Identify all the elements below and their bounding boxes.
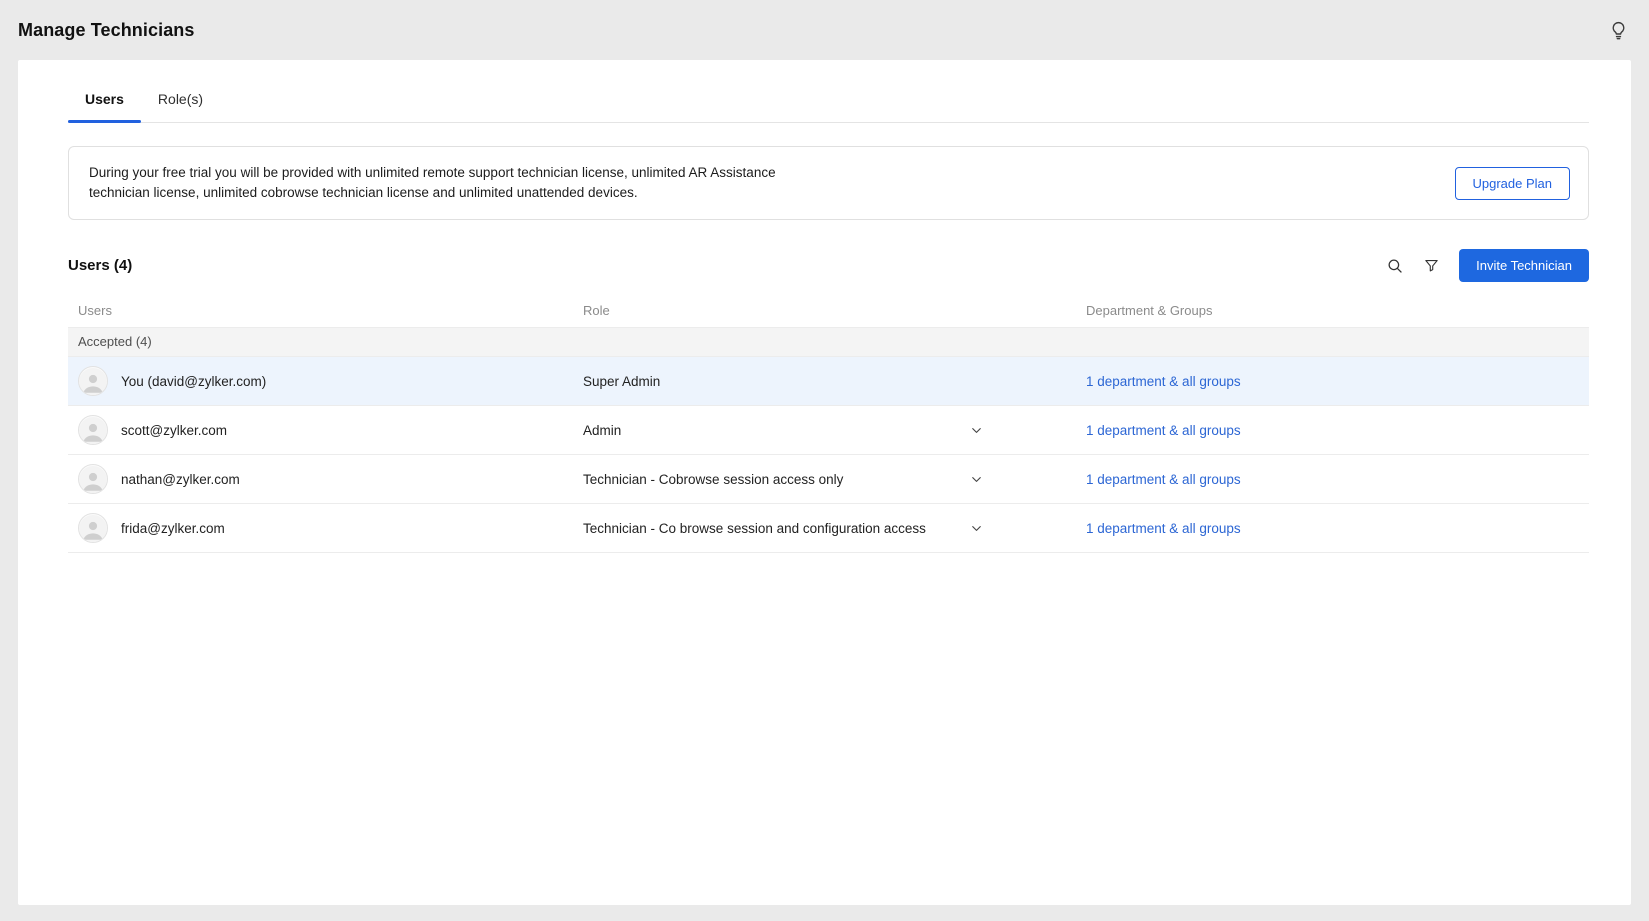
table-row[interactable]: scott@zylker.com Admin 1 department & al… — [68, 406, 1589, 455]
filter-icon[interactable] — [1423, 257, 1440, 274]
chevron-down-icon[interactable] — [969, 521, 984, 536]
trial-banner-text: During your free trial you will be provi… — [89, 163, 834, 202]
user-role: Admin — [583, 423, 621, 438]
person-icon — [79, 416, 107, 445]
tab-roles[interactable]: Role(s) — [141, 84, 220, 122]
chevron-down-icon[interactable] — [969, 472, 984, 487]
content-panel: Users Role(s) During your free trial you… — [18, 60, 1631, 905]
user-email: nathan@zylker.com — [121, 472, 240, 487]
group-header-accepted[interactable]: Accepted (4) — [68, 327, 1589, 357]
department-link[interactable]: 1 department & all groups — [1086, 472, 1241, 487]
user-role: Technician - Co browse session and confi… — [583, 521, 926, 536]
department-link[interactable]: 1 department & all groups — [1086, 423, 1241, 438]
trial-banner: During your free trial you will be provi… — [68, 146, 1589, 220]
users-table: Users Role Department & Groups Accepted … — [68, 295, 1589, 553]
tab-users[interactable]: Users — [68, 84, 141, 122]
avatar — [78, 464, 108, 494]
person-icon — [79, 367, 107, 396]
column-header-role: Role — [573, 303, 1076, 318]
avatar — [78, 513, 108, 543]
avatar — [78, 366, 108, 396]
user-role: Super Admin — [583, 374, 660, 389]
user-email: You (david@zylker.com) — [121, 374, 266, 389]
users-count-title: Users (4) — [68, 257, 132, 274]
invite-technician-button[interactable]: Invite Technician — [1459, 249, 1589, 282]
user-email: frida@zylker.com — [121, 521, 225, 536]
column-header-departments: Department & Groups — [1076, 303, 1589, 318]
lightbulb-icon[interactable] — [1608, 20, 1629, 41]
chevron-down-icon[interactable] — [969, 423, 984, 438]
department-link[interactable]: 1 department & all groups — [1086, 374, 1241, 389]
user-email: scott@zylker.com — [121, 423, 227, 438]
table-row[interactable]: You (david@zylker.com) Super Admin 1 dep… — [68, 357, 1589, 406]
app-header: Manage Technicians — [0, 0, 1649, 60]
table-row[interactable]: nathan@zylker.com Technician - Cobrowse … — [68, 455, 1589, 504]
person-icon — [79, 465, 107, 494]
table-row[interactable]: frida@zylker.com Technician - Co browse … — [68, 504, 1589, 553]
column-header-users: Users — [68, 303, 573, 318]
upgrade-plan-button[interactable]: Upgrade Plan — [1455, 167, 1571, 200]
user-role: Technician - Cobrowse session access onl… — [583, 472, 843, 487]
department-link[interactable]: 1 department & all groups — [1086, 521, 1241, 536]
users-toolbar: Users (4) Invite Technician — [68, 249, 1589, 282]
search-icon[interactable] — [1386, 257, 1404, 275]
tabs: Users Role(s) — [68, 60, 1589, 123]
table-header: Users Role Department & Groups — [68, 295, 1589, 327]
avatar — [78, 415, 108, 445]
page-title: Manage Technicians — [18, 20, 195, 41]
person-icon — [79, 514, 107, 543]
